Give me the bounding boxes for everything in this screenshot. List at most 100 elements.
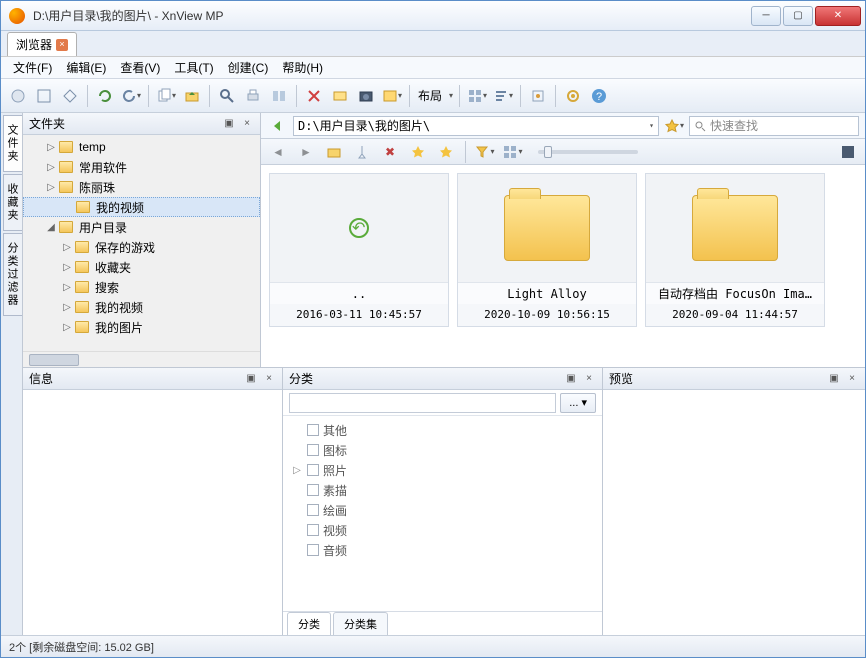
checkbox[interactable] xyxy=(307,424,319,436)
menu-tools[interactable]: 工具(T) xyxy=(168,57,219,78)
tree-item[interactable]: ▷我的图片 xyxy=(23,317,260,337)
category-item[interactable]: 音频 xyxy=(291,540,594,560)
filter-icon[interactable]: ▾ xyxy=(474,141,496,163)
category-item[interactable]: 图标 xyxy=(291,440,594,460)
expand-icon[interactable]: ▷ xyxy=(61,302,73,313)
tree-item[interactable]: ◢用户目录 xyxy=(23,217,260,237)
menu-create[interactable]: 创建(C) xyxy=(222,57,275,78)
undock-icon[interactable]: ▣ xyxy=(827,372,841,386)
expand-icon[interactable]: ▷ xyxy=(45,162,57,173)
folder-tree[interactable]: ▷temp▷常用软件▷陈丽珠我的视频◢用户目录▷保存的游戏▷收藏夹▷搜索▷我的视… xyxy=(23,135,260,351)
menu-file[interactable]: 文件(F) xyxy=(7,57,58,78)
layout-dropdown[interactable]: ▾ xyxy=(449,91,453,100)
settings-icon[interactable] xyxy=(562,85,584,107)
close-icon[interactable]: × xyxy=(262,372,276,386)
close-icon[interactable]: × xyxy=(845,372,859,386)
expand-icon[interactable]: ▷ xyxy=(45,182,57,193)
refresh-icon[interactable] xyxy=(94,85,116,107)
sort-icon[interactable]: ▾ xyxy=(492,85,514,107)
folder-open-icon[interactable] xyxy=(323,141,345,163)
checkbox[interactable] xyxy=(307,464,319,476)
thumbnail-item[interactable]: Light Alloy2020-10-09 10:56:15 xyxy=(457,173,637,327)
tree-item[interactable]: ▷temp xyxy=(23,137,260,157)
tree-item[interactable]: ▷我的视频 xyxy=(23,297,260,317)
back-green-icon[interactable] xyxy=(267,115,289,137)
thumb-size-icon[interactable]: ▾ xyxy=(502,141,524,163)
close-icon[interactable]: × xyxy=(582,372,596,386)
tab-category-sets[interactable]: 分类集 xyxy=(333,612,388,635)
menu-help[interactable]: 帮助(H) xyxy=(276,57,329,78)
category-item[interactable]: 视频 xyxy=(291,520,594,540)
nav-fwd-icon[interactable]: ► xyxy=(295,141,317,163)
category-item[interactable]: 素描 xyxy=(291,480,594,500)
sidetab-folders[interactable]: 文件夹 xyxy=(3,115,22,172)
capture-icon[interactable] xyxy=(355,85,377,107)
tag-icon[interactable] xyxy=(527,85,549,107)
minimize-button[interactable]: ─ xyxy=(751,6,781,26)
sidetab-filters[interactable]: 分类过滤器 xyxy=(3,233,22,316)
delete-icon[interactable]: ✖ xyxy=(379,141,401,163)
h-scrollbar[interactable] xyxy=(23,351,260,367)
menu-edit[interactable]: 编辑(E) xyxy=(60,57,112,78)
path-input[interactable]: D:\用户目录\我的图片\ ▾ xyxy=(293,116,659,136)
category-item[interactable]: 绘画 xyxy=(291,500,594,520)
checkbox[interactable] xyxy=(307,524,319,536)
tab-categories[interactable]: 分类 xyxy=(287,612,331,635)
undock-icon[interactable]: ▣ xyxy=(244,372,258,386)
close-button[interactable]: ✕ xyxy=(815,6,861,26)
maximize-button[interactable]: ▢ xyxy=(783,6,813,26)
category-search[interactable] xyxy=(289,393,556,413)
tree-item[interactable]: ▷保存的游戏 xyxy=(23,237,260,257)
pin-icon[interactable] xyxy=(351,141,373,163)
undock-icon[interactable]: ▣ xyxy=(222,117,236,131)
hex-icon[interactable] xyxy=(59,85,81,107)
rotate-icon[interactable]: ▾ xyxy=(120,85,142,107)
sidetab-favorites[interactable]: 收藏夹 xyxy=(3,174,22,231)
expand-icon[interactable]: ▷ xyxy=(61,262,73,273)
category-item[interactable]: ▷照片 xyxy=(291,460,594,480)
menu-view[interactable]: 查看(V) xyxy=(114,57,166,78)
print-icon[interactable] xyxy=(242,85,264,107)
thumbnail-grid[interactable]: ..2016-03-11 10:45:57Light Alloy2020-10-… xyxy=(261,165,865,367)
cut-icon[interactable] xyxy=(303,85,325,107)
category-list[interactable]: 其他图标▷照片素描绘画视频音频 xyxy=(283,416,602,611)
checkbox[interactable] xyxy=(307,444,319,456)
expand-icon[interactable]: ▷ xyxy=(61,322,73,333)
checkbox[interactable] xyxy=(307,544,319,556)
close-icon[interactable]: × xyxy=(240,117,254,131)
toggle-view-icon[interactable] xyxy=(837,141,859,163)
folder-up-icon[interactable] xyxy=(181,85,203,107)
open-icon[interactable] xyxy=(7,85,29,107)
tree-item[interactable]: ▷陈丽珠 xyxy=(23,177,260,197)
tree-item[interactable]: ▷收藏夹 xyxy=(23,257,260,277)
quick-search[interactable]: 快速查找 xyxy=(689,116,859,136)
undock-icon[interactable]: ▣ xyxy=(564,372,578,386)
expand-icon[interactable]: ◢ xyxy=(45,222,57,233)
tree-item[interactable]: ▷搜索 xyxy=(23,277,260,297)
compare-icon[interactable] xyxy=(268,85,290,107)
copy-icon[interactable]: ▾ xyxy=(155,85,177,107)
expand-icon[interactable]: ▷ xyxy=(61,282,73,293)
tree-item[interactable]: 我的视频 xyxy=(23,197,260,217)
nav-back-icon[interactable]: ◄ xyxy=(267,141,289,163)
star-up-icon[interactable] xyxy=(407,141,429,163)
convert-icon[interactable] xyxy=(329,85,351,107)
tab-browser[interactable]: 浏览器 × xyxy=(7,32,77,56)
star-down-icon[interactable] xyxy=(435,141,457,163)
checkbox[interactable] xyxy=(307,484,319,496)
category-menu-button[interactable]: ... ▾ xyxy=(560,393,596,413)
help-icon[interactable]: ? xyxy=(588,85,610,107)
view-mode-icon[interactable]: ▾ xyxy=(466,85,488,107)
expand-icon[interactable]: ▷ xyxy=(45,142,57,153)
thumbnail-item[interactable]: ..2016-03-11 10:45:57 xyxy=(269,173,449,327)
expand-icon[interactable]: ▷ xyxy=(61,242,73,253)
checkbox[interactable] xyxy=(307,504,319,516)
close-icon[interactable]: × xyxy=(56,39,68,51)
search-icon[interactable] xyxy=(216,85,238,107)
thumbnail-item[interactable]: 自动存档由 FocusOn Ima…2020-09-04 11:44:57 xyxy=(645,173,825,327)
slideshow-icon[interactable]: ▾ xyxy=(381,85,403,107)
favorite-star-icon[interactable]: ▾ xyxy=(663,115,685,137)
fullscreen-icon[interactable] xyxy=(33,85,55,107)
category-item[interactable]: 其他 xyxy=(291,420,594,440)
thumbnail-size-slider[interactable] xyxy=(538,150,638,154)
